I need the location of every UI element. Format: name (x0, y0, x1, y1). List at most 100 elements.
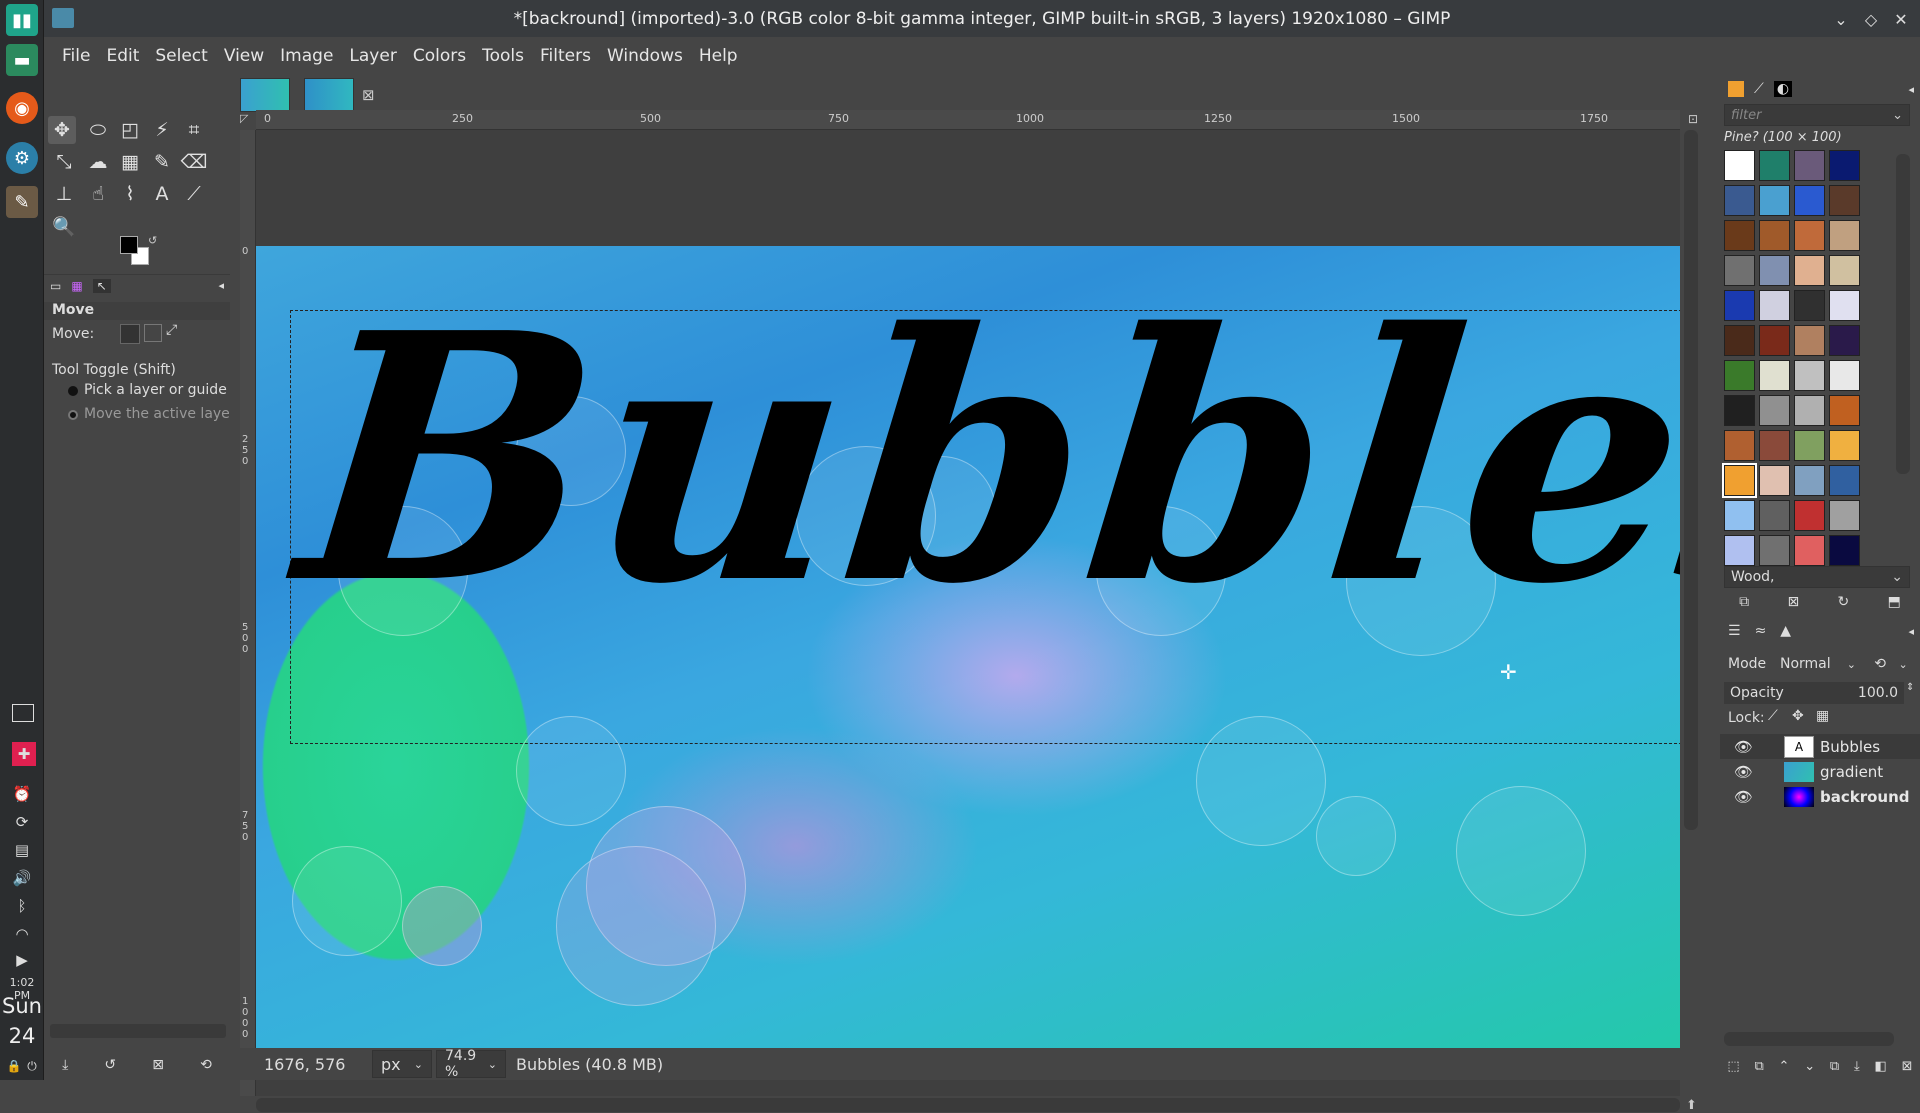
refresh-patterns-icon[interactable]: ↻ (1838, 594, 1850, 610)
pattern-swatch[interactable] (1794, 360, 1825, 391)
updates-icon[interactable]: ⟳ (12, 812, 32, 832)
device-status-tab-icon[interactable]: ▦ (71, 279, 82, 293)
pattern-swatch[interactable] (1724, 430, 1755, 461)
open-pattern-icon[interactable]: ⬒ (1888, 594, 1901, 610)
pattern-swatch[interactable] (1794, 465, 1825, 496)
lock-alpha-icon[interactable]: ▦ (1816, 708, 1829, 724)
toolbox-scrollbar[interactable] (50, 1024, 226, 1038)
pattern-swatch[interactable] (1759, 430, 1790, 461)
brushes-tab-icon[interactable]: ⟋ (1754, 81, 1764, 97)
pattern-swatch[interactable] (1759, 290, 1790, 321)
menu-filters[interactable]: Filters (532, 46, 599, 66)
pattern-swatch[interactable] (1829, 360, 1860, 391)
pattern-swatch[interactable] (1724, 290, 1755, 321)
pattern-swatch[interactable] (1759, 535, 1790, 566)
pattern-swatch[interactable] (1794, 150, 1825, 181)
reset-options-icon[interactable]: ⟲ (200, 1057, 212, 1073)
crop-tool-icon[interactable]: ⌗ (180, 116, 208, 144)
radio-pick-layer[interactable] (68, 386, 78, 396)
pattern-swatch[interactable] (1829, 220, 1860, 251)
dock-menu-icon[interactable]: ◂ (1908, 83, 1914, 96)
duplicate-pattern-icon[interactable]: ⧉ (1739, 594, 1749, 610)
path-tool-icon[interactable]: ⌇ (116, 180, 144, 208)
color-picker-icon[interactable]: ⟋ (180, 180, 208, 208)
power-icon[interactable]: ⏻ (22, 1056, 42, 1076)
menu-windows[interactable]: Windows (599, 46, 691, 66)
close-icon[interactable]: ✕ (1888, 6, 1914, 32)
horizontal-ruler[interactable]: 0 250 500 750 1000 1250 1500 1750 (256, 110, 1680, 130)
menu-edit[interactable]: Edit (98, 46, 147, 66)
pattern-swatch[interactable] (1794, 255, 1825, 286)
expand-tray-icon[interactable]: ▶ (12, 950, 32, 970)
restore-options-icon[interactable]: ↺ (104, 1057, 116, 1073)
minimize-icon[interactable]: ⌄ (1828, 6, 1854, 32)
gradient-tool-icon[interactable]: ▦ (116, 148, 144, 176)
pattern-swatch[interactable] (1829, 535, 1860, 566)
pattern-swatch[interactable] (1724, 500, 1755, 531)
pattern-tag-input[interactable]: Wood, ⌄ (1724, 566, 1910, 588)
menu-file[interactable]: File (54, 46, 98, 66)
merge-layer-icon[interactable]: ⤓ (1854, 1059, 1860, 1074)
app-menu-icon[interactable]: ▮▮ (6, 4, 38, 36)
transform-tool-icon[interactable]: ⤡ (50, 148, 78, 176)
alarm-icon[interactable]: ⏰ (12, 784, 32, 804)
pattern-swatch[interactable] (1722, 463, 1757, 498)
pattern-swatch[interactable] (1794, 500, 1825, 531)
layer-name[interactable]: Bubbles (1820, 738, 1880, 756)
vertical-ruler[interactable]: 0 250 500 750 1000 (240, 130, 256, 1096)
firefox-icon[interactable]: ◉ (6, 92, 38, 124)
pattern-swatch[interactable] (1829, 465, 1860, 496)
lock-position-icon[interactable]: ✥ (1792, 708, 1804, 724)
layers-tab-icon[interactable]: ☰ (1728, 623, 1741, 639)
menu-layer[interactable]: Layer (341, 46, 404, 66)
ellipse-select-icon[interactable]: ⬭ (84, 116, 112, 144)
radio-move-active-layer[interactable] (68, 410, 78, 420)
tool-options-tab-icon[interactable]: ▭ (50, 279, 61, 293)
pattern-filter-input[interactable]: filter ⌄ (1724, 104, 1910, 126)
opacity-spinner[interactable]: ⇕ (1906, 682, 1914, 693)
save-options-icon[interactable]: ⤓ (62, 1057, 68, 1073)
new-group-icon[interactable]: ⧉ (1754, 1059, 1763, 1074)
desktop-icon[interactable] (12, 704, 34, 722)
eraser-icon[interactable]: ⌫ (180, 148, 208, 176)
menu-colors[interactable]: Colors (405, 46, 474, 66)
navigate-icon[interactable]: ⬆ (1686, 1098, 1697, 1113)
notes-icon[interactable]: ✚ (12, 742, 36, 766)
horizontal-scrollbar[interactable] (256, 1098, 1680, 1112)
dock-menu-icon[interactable]: ◂ (1908, 625, 1914, 638)
pattern-swatch[interactable] (1829, 325, 1860, 356)
layer-name[interactable]: backround (1820, 788, 1910, 806)
pointer-tab-icon[interactable]: ↖ (92, 278, 111, 293)
option-move-active-layer[interactable]: Move the active laye (84, 406, 230, 422)
clone-tool-icon[interactable]: ⊥ (50, 180, 78, 208)
vertical-scrollbar[interactable] (1684, 130, 1698, 830)
smudge-tool-icon[interactable]: ☝ (84, 180, 112, 208)
raise-layer-icon[interactable]: ⌃ (1779, 1059, 1790, 1074)
option-pick-layer[interactable]: Pick a layer or guide (84, 382, 227, 398)
layer-name[interactable]: gradient (1820, 763, 1883, 781)
pattern-swatch[interactable] (1759, 325, 1790, 356)
pattern-swatch[interactable] (1829, 395, 1860, 426)
lower-layer-icon[interactable]: ⌄ (1804, 1059, 1815, 1074)
pattern-swatch[interactable] (1759, 465, 1790, 496)
fuzzy-select-icon[interactable]: ⚡ (148, 116, 176, 144)
image-tab-bubbles[interactable] (304, 78, 354, 112)
chevron-down-icon[interactable]: ⌄ (1892, 108, 1903, 123)
pattern-swatch[interactable] (1724, 325, 1755, 356)
clipboard-icon[interactable]: ▤ (12, 840, 32, 860)
pattern-swatch[interactable] (1759, 220, 1790, 251)
layer-row-bubbles[interactable]: 👁 A Bubbles (1720, 734, 1920, 759)
lock-pixels-icon[interactable]: ⟋ (1768, 708, 1778, 724)
layer-visibility-icon[interactable]: 👁 (1734, 788, 1756, 806)
layer-visibility-icon[interactable]: 👁 (1734, 763, 1756, 781)
volume-icon[interactable]: 🔊 (12, 868, 32, 888)
chevron-down-icon[interactable]: ⌄ (1891, 569, 1903, 585)
free-select-icon[interactable]: ◰ (116, 116, 144, 144)
zoom-tool-icon[interactable]: 🔍 (50, 212, 78, 240)
gradients-tab-icon[interactable]: ◐ (1773, 81, 1793, 97)
menu-image[interactable]: Image (272, 46, 341, 66)
maximize-icon[interactable]: ◇ (1858, 6, 1884, 32)
opacity-slider[interactable]: Opacity 100.0 (1724, 682, 1904, 704)
channels-tab-icon[interactable]: ≈ (1755, 623, 1767, 639)
image-tab-backround[interactable] (240, 78, 290, 112)
